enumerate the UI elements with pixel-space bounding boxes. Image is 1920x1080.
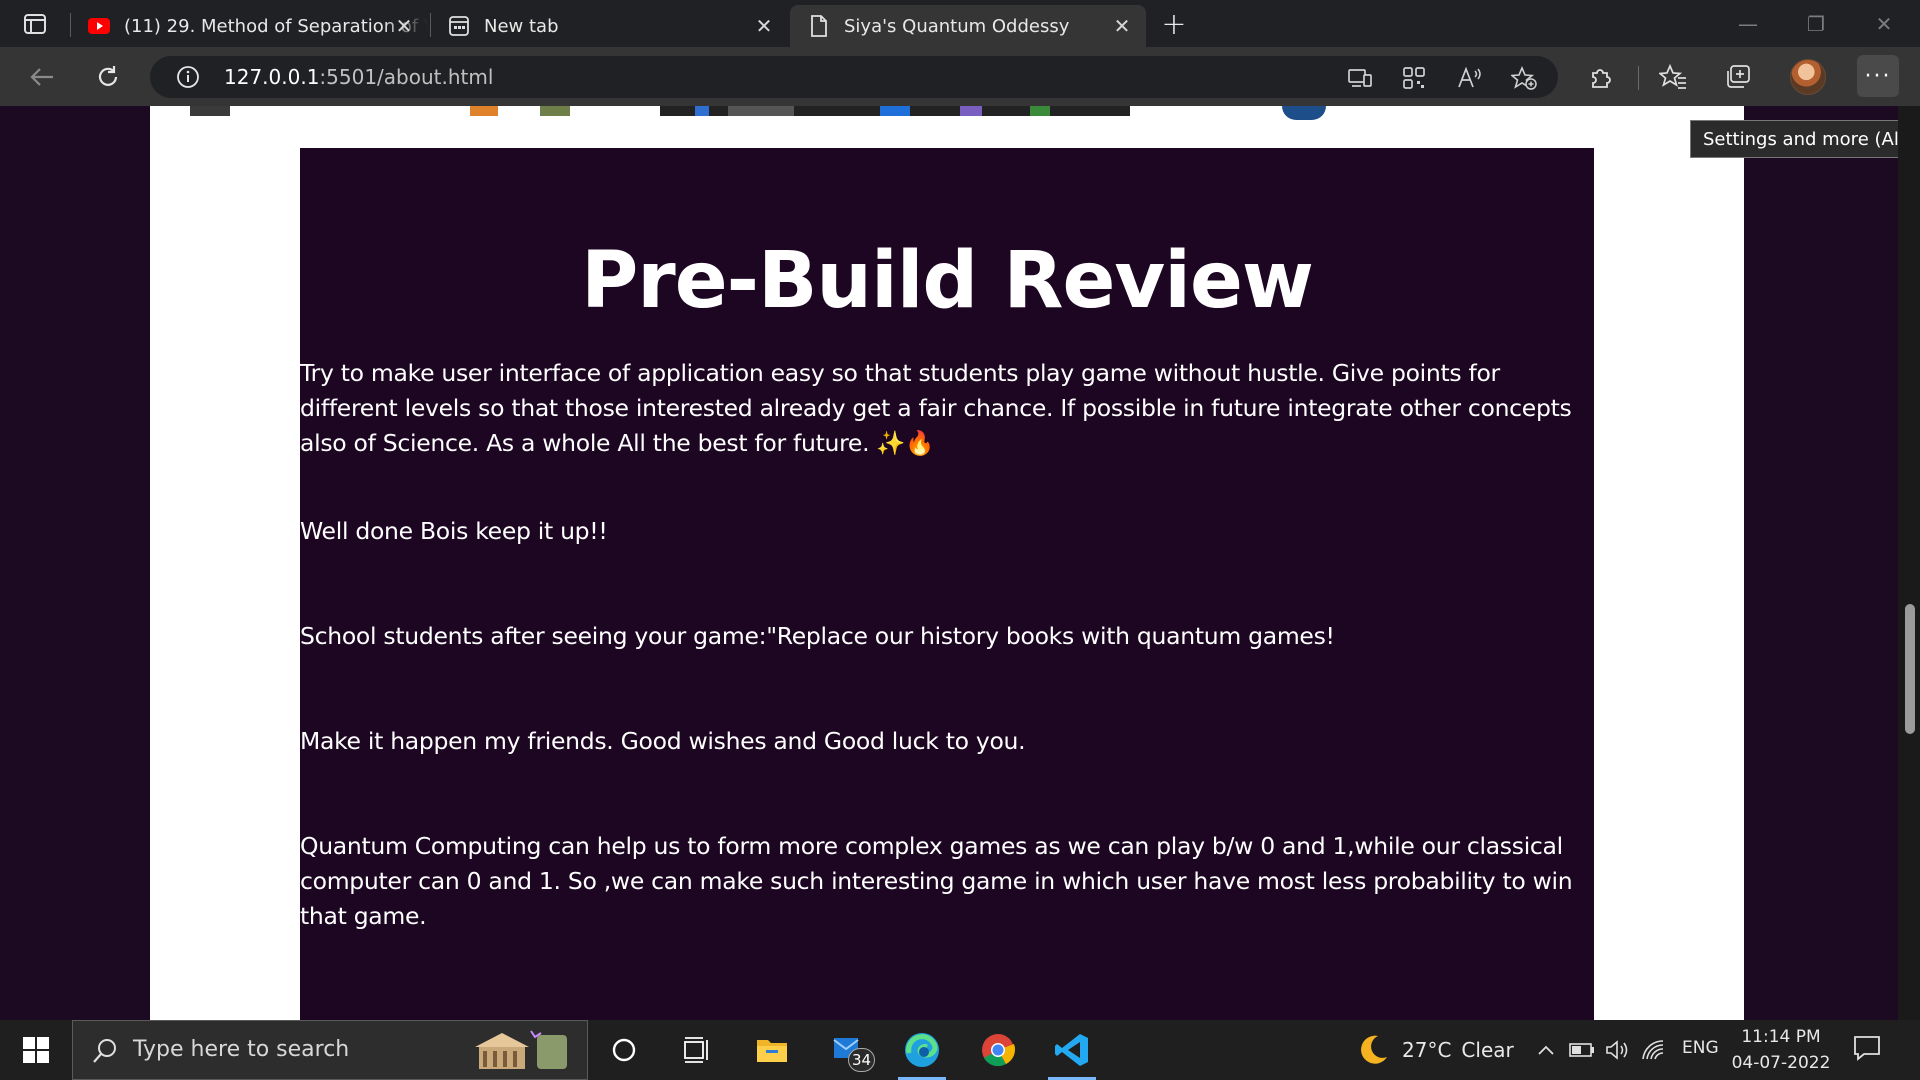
youtube-icon (88, 15, 110, 37)
collections-icon[interactable] (1722, 60, 1756, 94)
close-tab-icon[interactable]: ✕ (392, 14, 416, 38)
review-panel: Pre-Build Review Try to make user interf… (300, 148, 1594, 1020)
extensions-icon[interactable] (1584, 60, 1618, 94)
image-strip-fragment (540, 106, 570, 116)
minimize-icon[interactable]: — (1714, 0, 1782, 47)
tab-youtube[interactable]: (11) 29. Method of Separation of Variabl… (70, 5, 428, 47)
clock[interactable]: 11:14 PM 04-07-2022 (1726, 1024, 1836, 1076)
weather-temp: 27°C (1402, 1038, 1452, 1062)
mail-icon[interactable]: 34 (812, 1020, 880, 1080)
image-strip-fragment (1030, 106, 1050, 116)
search-placeholder: Type here to search (133, 1037, 350, 1062)
image-strip-fragment (960, 106, 982, 116)
weather-desc: Clear (1461, 1038, 1514, 1062)
browser-toolbar: 127.0.0.1:5501/about.html ··· (0, 47, 1920, 106)
app-available-icon[interactable] (1346, 64, 1374, 92)
new-tab-button[interactable]: + (1158, 7, 1190, 42)
settings-more-button[interactable]: ··· (1857, 55, 1899, 97)
search-highlight-icon (471, 1027, 583, 1073)
chevron-up-icon[interactable] (1532, 1036, 1560, 1064)
tab-title: Siya's Quantum Oddessy (844, 15, 1070, 37)
clock-date: 04-07-2022 (1731, 1053, 1831, 1073)
edge-browser-icon[interactable] (888, 1020, 956, 1080)
address-bar[interactable]: 127.0.0.1:5501/about.html (150, 56, 1558, 98)
new-tab-icon (448, 15, 470, 37)
tab-title: (11) 29. Method of Separation of Variabl… (124, 15, 428, 37)
battery-icon[interactable] (1568, 1036, 1596, 1064)
url-host: 127.0.0.1 (224, 65, 320, 89)
review-text: Well done Bois keep it up!! (300, 517, 608, 545)
clock-time: 11:14 PM (1741, 1027, 1821, 1047)
review-text: Make it happen my friends. Good wishes a… (300, 727, 1026, 755)
volume-icon[interactable] (1604, 1036, 1632, 1064)
language-indicator[interactable]: ENG (1682, 1038, 1719, 1058)
tab-title: New tab (484, 15, 559, 37)
image-strip-fragment (880, 106, 910, 116)
windows-taskbar: Type here to search 34 27°C Clear ENG 11… (0, 1020, 1920, 1080)
restore-icon[interactable]: ❐ (1782, 0, 1850, 47)
url-text[interactable]: 127.0.0.1:5501/about.html (224, 65, 493, 89)
toolbar-separator (1638, 66, 1639, 90)
settings-tooltip: Settings and more (Alt+F) (1690, 120, 1920, 158)
refresh-icon[interactable] (90, 59, 126, 95)
read-aloud-icon[interactable] (1456, 64, 1484, 92)
profile-avatar[interactable] (1790, 59, 1826, 95)
search-icon (91, 1037, 119, 1065)
tab-new-tab[interactable]: New tab ✕ (430, 5, 788, 47)
mail-badge: 34 (848, 1048, 876, 1072)
windows-start-icon[interactable] (14, 1033, 58, 1067)
qr-code-icon[interactable] (1400, 64, 1428, 92)
image-strip-fragment (470, 106, 498, 116)
page-title: Pre-Build Review (581, 236, 1314, 326)
file-explorer-icon[interactable] (738, 1020, 806, 1080)
page-scrollbar[interactable] (1898, 106, 1920, 1020)
image-strip-fragment (695, 106, 709, 116)
tab-strip: (11) 29. Method of Separation of Variabl… (0, 0, 1920, 47)
favorites-icon[interactable] (1656, 60, 1690, 94)
scrollbar-thumb[interactable] (1905, 604, 1915, 734)
close-window-icon[interactable]: ✕ (1850, 0, 1918, 47)
tab-active[interactable]: Siya's Quantum Oddessy ✕ (790, 5, 1146, 47)
notification-icon[interactable] (1852, 1034, 1886, 1066)
review-text: School students after seeing your game:"… (300, 622, 1335, 650)
vscode-icon[interactable] (1038, 1020, 1106, 1080)
page-viewport: Pre-Build Review Try to make user interf… (0, 106, 1898, 1020)
moon-icon (1361, 1035, 1387, 1064)
review-text: Try to make user interface of applicatio… (300, 359, 1572, 457)
tab-actions-icon[interactable] (18, 11, 52, 37)
review-text: Quantum Computing can help us to form mo… (300, 832, 1573, 930)
task-view-icon[interactable] (662, 1020, 730, 1080)
close-tab-icon[interactable]: ✕ (1110, 14, 1134, 38)
site-info-icon[interactable] (176, 65, 200, 89)
wifi-icon[interactable] (1640, 1036, 1668, 1064)
close-tab-icon[interactable]: ✕ (752, 14, 776, 38)
weather-widget[interactable]: 27°C Clear (1356, 1020, 1514, 1080)
url-path: :5501/about.html (319, 65, 494, 89)
image-strip-fragment (190, 106, 230, 116)
taskbar-search[interactable]: Type here to search (72, 1020, 588, 1080)
page-icon (808, 15, 830, 37)
add-favorite-icon[interactable] (1510, 64, 1538, 92)
image-strip-fragment (728, 106, 794, 116)
chrome-icon[interactable] (964, 1020, 1032, 1080)
cortana-icon[interactable] (590, 1020, 658, 1080)
back-icon[interactable] (24, 59, 60, 95)
